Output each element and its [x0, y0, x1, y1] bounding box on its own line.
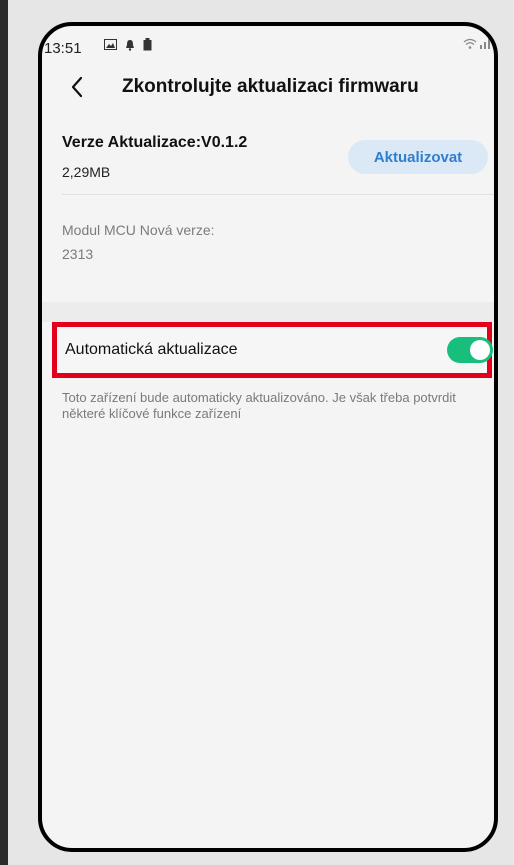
auto-update-toggle[interactable]: [447, 337, 493, 363]
update-button[interactable]: Aktualizovat: [348, 140, 488, 174]
bell-icon: [126, 39, 134, 51]
mcu-version-value: 2313: [62, 246, 94, 262]
status-right-icons: [463, 38, 490, 52]
firmware-info-card: Verze Aktualizace:V0.1.2 2,29MB Aktualiz…: [42, 118, 494, 302]
page-header: Zkontrolujte aktualizaci firmwaru: [42, 66, 494, 118]
auto-update-description: Toto zařízení bude automaticky aktualizo…: [62, 390, 456, 421]
back-arrow-icon[interactable]: [66, 72, 90, 102]
update-size: 2,29MB: [62, 164, 111, 180]
mcu-version-label: Modul MCU Nová verze:: [62, 222, 215, 238]
phone-frame: 13:51 Zkontrolujte aktualizaci firmwaru …: [38, 22, 498, 852]
page-title: Zkontrolujte aktualizaci firmwaru: [122, 76, 419, 97]
auto-update-label: Automatická aktualizace: [65, 341, 238, 358]
section-gap: [42, 302, 494, 322]
signal-icon: [480, 38, 490, 49]
auto-update-row[interactable]: Automatická aktualizace: [52, 322, 493, 378]
image-icon: [104, 39, 117, 50]
status-notification-icons: [104, 38, 152, 51]
status-bar: 13:51: [42, 26, 494, 66]
divider: [62, 194, 494, 195]
update-version: Verze Aktualizace:V0.1.2: [62, 134, 248, 151]
status-time: 13:51: [44, 40, 82, 57]
wifi-icon: [463, 38, 477, 49]
battery-saver-icon: [143, 38, 152, 51]
toggle-knob: [470, 340, 490, 360]
left-edge-strip: [0, 0, 8, 865]
